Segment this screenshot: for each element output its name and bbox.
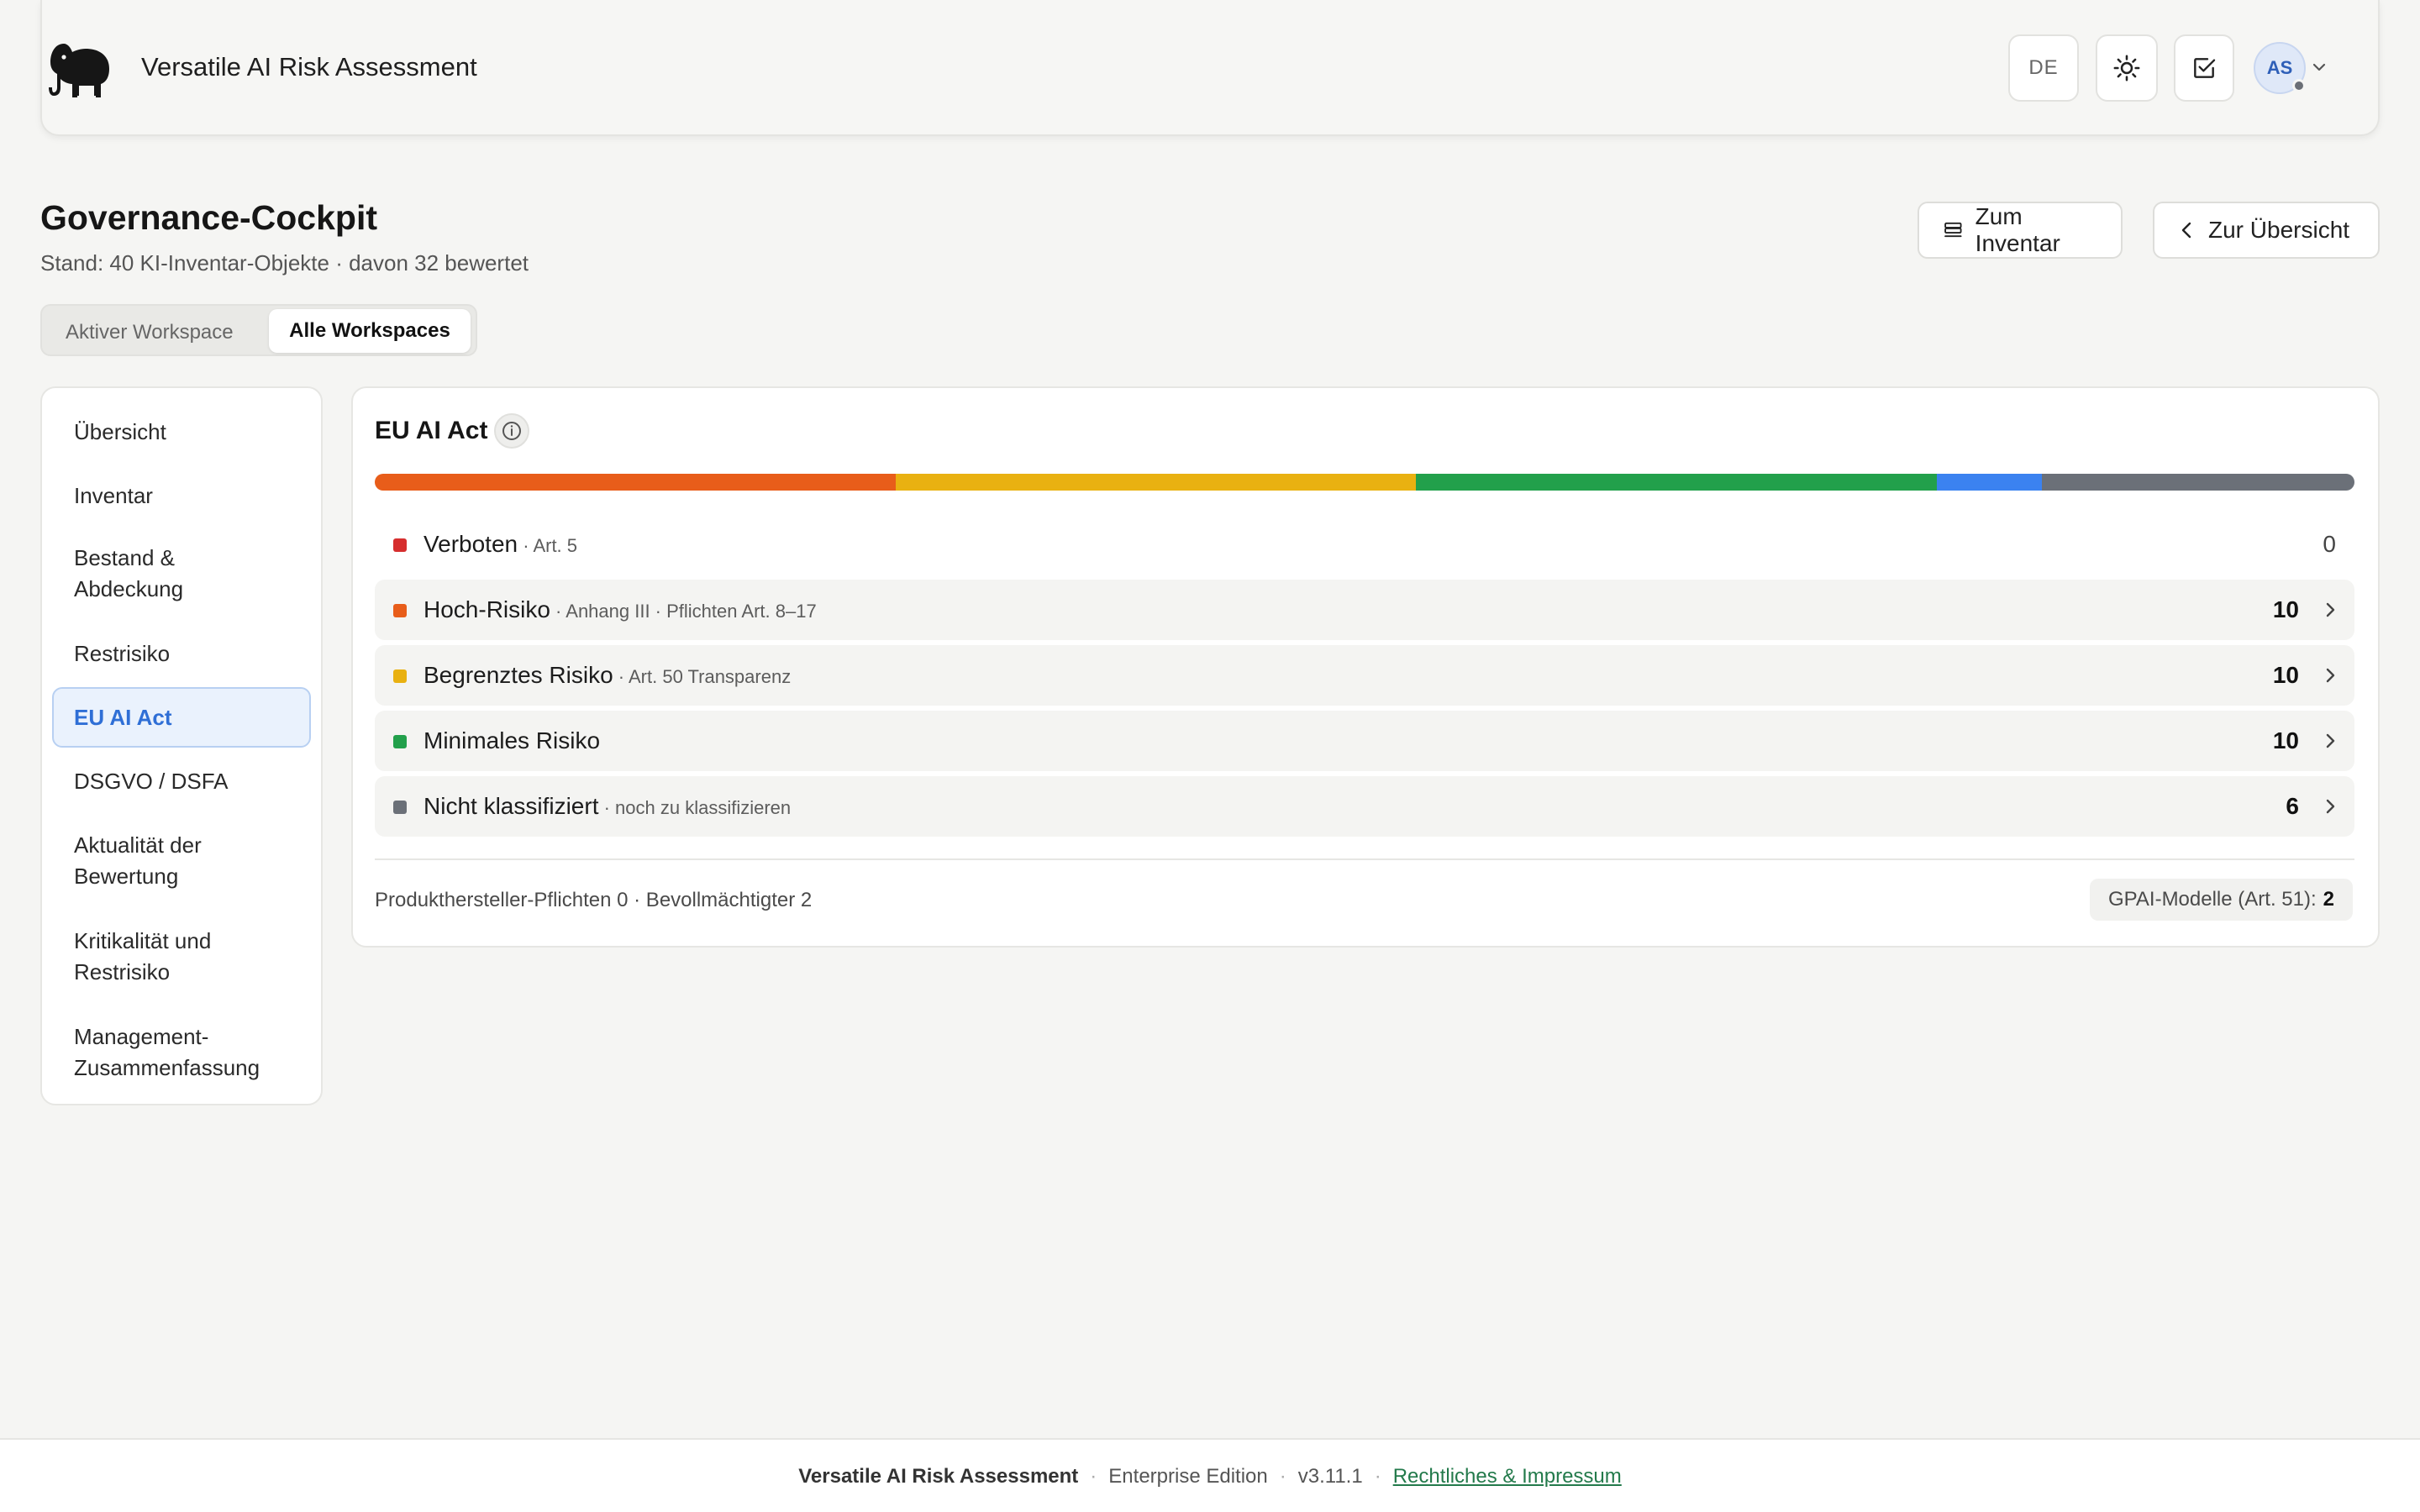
sidebar-item-kritikalitaet[interactable]: Kritikalität und Restrisiko: [74, 926, 211, 988]
row-sub: · noch zu klassifizieren: [598, 797, 792, 818]
to-overview-button[interactable]: Zur Übersicht: [2153, 202, 2380, 259]
checkbox-icon: [2194, 58, 2216, 78]
sidebar-item-label: Management-: [74, 1024, 209, 1049]
list-icon: [1944, 222, 1962, 238]
sidebar-item-label: Bewertung: [74, 864, 179, 889]
row-sub: · Anhang III · Pflichten Art. 8–17: [550, 601, 817, 622]
row-count: 6: [2286, 793, 2299, 819]
gpai-value: 2: [2323, 888, 2334, 911]
app-title: Versatile AI Risk Assessment: [141, 52, 477, 81]
chevron-down-icon[interactable]: [2311, 60, 2328, 74]
sidebar-item-label: EU AI Act: [74, 705, 172, 730]
chevron-right-icon: [2326, 733, 2335, 748]
sidebar-item-eu-ai-act[interactable]: EU AI Act: [74, 702, 172, 733]
info-icon: [502, 422, 521, 440]
sidebar-item-label: Aktualität der: [74, 832, 202, 858]
sidebar-item-label: Übersicht: [74, 419, 166, 444]
sidebar-item-bestand[interactable]: Bestand & Abdeckung: [74, 543, 183, 605]
sidebar-item-inventar[interactable]: Inventar: [74, 480, 153, 512]
risk-row-nicht-klassifiziert[interactable]: Nicht klassifiziert · noch zu klassifizi…: [375, 776, 2354, 837]
gpai-badge: GPAI-Modelle (Art. 51): 2: [2090, 879, 2353, 921]
workspace-option-all[interactable]: Alle Workspaces: [269, 309, 471, 353]
risk-distribution-bar: [375, 474, 2354, 491]
chevron-right-icon: [2326, 799, 2335, 814]
status-dot: [2292, 79, 2306, 92]
chevron-left-icon: [2181, 222, 2191, 239]
sidebar-item-label: Kritikalität und: [74, 928, 212, 953]
sidebar-item-aktualitaet[interactable]: Aktualität der Bewertung: [74, 830, 202, 892]
sidebar-item-label: Inventar: [74, 483, 153, 508]
to-inventory-button[interactable]: Zum Inventar: [1918, 202, 2123, 259]
distribution-segment: [2041, 474, 2354, 491]
language-button[interactable]: DE: [2008, 34, 2079, 102]
sidebar-item-management[interactable]: Management- Zusammenfassung: [74, 1021, 260, 1084]
gpai-label: GPAI-Modelle (Art. 51):: [2108, 888, 2317, 911]
avatar-initials: AS: [2266, 57, 2293, 78]
risk-row-hoch[interactable]: Hoch-Risiko · Anhang III · Pflichten Art…: [375, 580, 2354, 640]
elephant-logo-icon: [49, 44, 109, 97]
eu-ai-act-card: EU AI Act Verboten · Art. 5 0 Hoch-Risik…: [351, 386, 2380, 948]
risk-row-verboten: Verboten · Art. 5 0: [375, 514, 2354, 575]
footer-edition: Enterprise Edition: [1108, 1465, 1268, 1488]
row-sub: · Art. 5: [518, 535, 578, 556]
footer-version: v3.11.1: [1297, 1465, 1363, 1488]
row-label: Hoch-Risiko: [424, 596, 550, 622]
color-swatch: [393, 801, 407, 814]
risk-row-minimal[interactable]: Minimales Risiko 10: [375, 711, 2354, 771]
sidebar-item-label: Zusammenfassung: [74, 1055, 260, 1080]
page-footer: Versatile AI Risk Assessment · Enterprise …: [0, 1438, 2420, 1512]
sun-icon: [2113, 55, 2140, 81]
sidebar-item-uebersicht[interactable]: Übersicht: [74, 417, 166, 448]
info-button[interactable]: [494, 413, 529, 449]
row-label: Nicht klassifiziert: [424, 793, 599, 819]
to-inventory-label: Zum Inventar: [1975, 203, 2060, 256]
row-count: 10: [2272, 596, 2299, 622]
sidebar-item-label: Restrisiko: [74, 959, 171, 984]
chevron-right-icon: [2326, 602, 2335, 617]
tasks-button[interactable]: [2174, 34, 2234, 102]
chevron-right-icon: [2326, 668, 2335, 683]
distribution-segment: [895, 474, 1417, 491]
row-count: 10: [2272, 662, 2299, 688]
distribution-segment: [375, 474, 896, 491]
row-label: Minimales Risiko: [424, 727, 601, 753]
sidebar-item-dsgvo[interactable]: DSGVO / DSFA: [74, 766, 229, 797]
row-count: 10: [2272, 727, 2299, 753]
page-subtitle: Stand: 40 KI-Inventar-Objekte · davon 32…: [40, 250, 529, 276]
sidebar-item-label: Abdeckung: [74, 576, 184, 601]
page-title: Governance-Cockpit: [40, 198, 377, 237]
color-swatch: [393, 669, 407, 683]
workspace-option-active[interactable]: Aktiver Workspace: [66, 321, 234, 344]
sidebar-nav: Übersicht Inventar Bestand & Abdeckung R…: [40, 386, 323, 1105]
sidebar-item-label: DSGVO / DSFA: [74, 769, 229, 794]
to-overview-label: Zur Übersicht: [2208, 217, 2350, 243]
footer-brand: Versatile AI Risk Assessment: [798, 1465, 1079, 1488]
obligations-summary: Produkthersteller-Pflichten 0 · Bevollmä…: [375, 889, 813, 911]
legal-link[interactable]: Rechtliches & Impressum: [1393, 1465, 1622, 1488]
row-count: 0: [2323, 531, 2336, 557]
color-swatch: [393, 538, 407, 552]
sidebar-item-label: Bestand &: [74, 545, 175, 570]
row-sub: · Art. 50 Transparenz: [613, 666, 792, 687]
card-divider: [375, 858, 2354, 860]
distribution-segment: [1936, 474, 2042, 491]
workspace-toggle: Aktiver Workspace Alle Workspaces: [40, 304, 477, 356]
card-title: EU AI Act: [375, 417, 488, 444]
sidebar-item-label: Restrisiko: [74, 641, 171, 666]
language-label: DE: [2028, 56, 2059, 79]
color-swatch: [393, 735, 407, 748]
row-label: Verboten: [424, 531, 518, 557]
risk-row-begrenzt[interactable]: Begrenztes Risiko · Art. 50 Transparenz …: [375, 645, 2354, 706]
color-swatch: [393, 604, 407, 617]
row-label: Begrenztes Risiko: [424, 662, 613, 688]
distribution-segment: [1416, 474, 1937, 491]
sidebar-item-restrisiko[interactable]: Restrisiko: [74, 638, 170, 669]
theme-toggle-button[interactable]: [2096, 34, 2158, 102]
